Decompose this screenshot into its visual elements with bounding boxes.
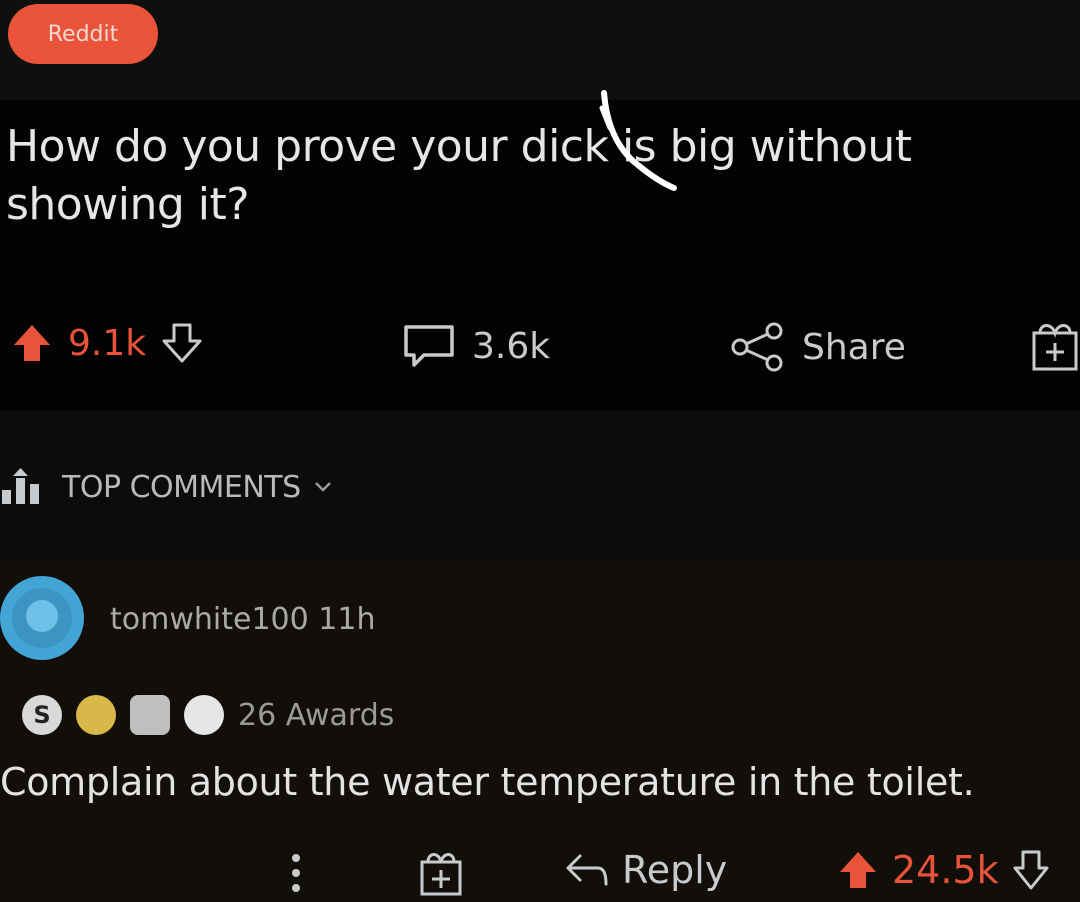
vote-group: 9.1k: [10, 321, 204, 365]
share-label: Share: [802, 326, 906, 368]
awards-count: 26 Awards: [238, 697, 395, 733]
downvote-arrow-icon[interactable]: [160, 321, 204, 365]
sort-dropdown[interactable]: TOP COMMENTS: [0, 468, 333, 506]
reddit-badge: Reddit: [8, 4, 158, 64]
share-button[interactable]: Share: [728, 321, 906, 373]
silver-award-icon: S: [22, 695, 62, 735]
chevron-down-icon: [314, 482, 331, 492]
post-title[interactable]: How do you prove your dick is big withou…: [6, 118, 1066, 234]
top-header: Reddit: [0, 0, 1080, 100]
comment-meta: tomwhite100 11h: [110, 602, 375, 637]
downvote-arrow-icon[interactable]: [1011, 848, 1051, 892]
reply-button[interactable]: Reply: [562, 848, 727, 892]
post-action-bar: 9.1k 3.6k Share: [0, 315, 1080, 385]
comment-item: tomwhite100 11h S 26 Awards Complain abo…: [0, 560, 1080, 902]
top-sort-icon: [2, 468, 39, 504]
upvote-arrow-icon[interactable]: [10, 321, 54, 365]
awards-row[interactable]: S 26 Awards: [22, 690, 394, 740]
comment-bubble-icon: [404, 325, 454, 367]
award-gift-icon[interactable]: [418, 848, 464, 898]
snoo-avatar-icon: [12, 588, 72, 648]
comment-score: 24.5k: [892, 848, 999, 892]
comments-sort-bar: TOP COMMENTS: [0, 410, 1080, 560]
comment-action-bar: Reply 24.5k: [0, 848, 1080, 902]
comment-body: Complain about the water temperature in …: [0, 760, 975, 804]
upvote-count: 9.1k: [68, 322, 147, 364]
upvote-arrow-icon[interactable]: [836, 848, 880, 892]
post-card: How do you prove your dick is big withou…: [0, 90, 1080, 410]
share-icon: [731, 322, 783, 372]
reply-arrow-icon: [566, 854, 608, 886]
comment-count: 3.6k: [472, 325, 551, 367]
username[interactable]: tomwhite100: [110, 602, 309, 637]
sort-label: TOP COMMENTS: [62, 469, 301, 505]
wholesome-award-icon: [184, 695, 224, 735]
avatar[interactable]: [0, 576, 84, 660]
more-options-icon[interactable]: [286, 850, 306, 896]
comments-button[interactable]: 3.6k: [400, 321, 550, 371]
reply-label: Reply: [622, 848, 728, 892]
award-gift-icon[interactable]: [1030, 319, 1080, 373]
comment-vote-group: 24.5k: [836, 848, 1051, 892]
comment-age: 11h: [318, 602, 376, 637]
helpful-award-icon: [130, 695, 170, 735]
gold-award-icon: [76, 695, 116, 735]
